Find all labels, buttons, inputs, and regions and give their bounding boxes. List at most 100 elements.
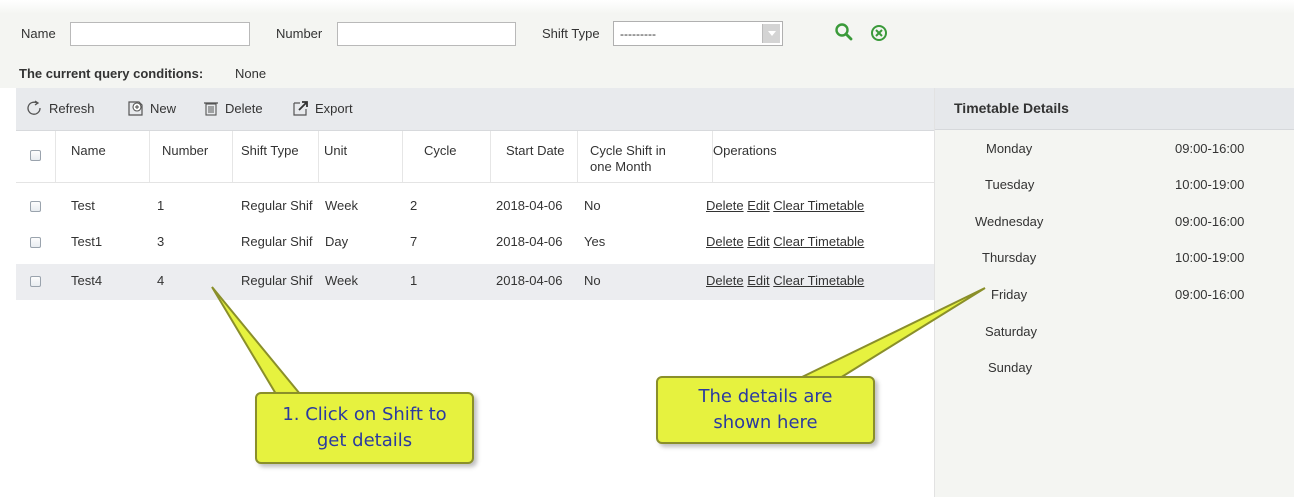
cell-number: 3 — [157, 234, 165, 249]
delete-label: Delete — [225, 100, 263, 116]
header-select-cell — [16, 131, 56, 182]
cell-number: 1 — [157, 198, 165, 213]
cell-start-date: 2018-04-06 — [496, 273, 563, 288]
export-label: Export — [315, 100, 353, 116]
cell-name: Test1 — [71, 234, 103, 249]
day-time: 09:00-16:00 — [1175, 141, 1245, 156]
day-time: 09:00-16:00 — [1175, 287, 1245, 302]
cell-number: 4 — [157, 273, 165, 288]
col-number[interactable]: Number — [150, 131, 233, 182]
cell-name: Test — [71, 198, 95, 213]
timetable-details-header: Timetable Details — [935, 88, 1294, 130]
cell-unit: Week — [325, 273, 358, 288]
left-callout-line2: get details — [316, 430, 413, 451]
day-label: Monday — [986, 141, 1033, 156]
cell-cycle-shift: No — [584, 273, 601, 288]
refresh-icon — [27, 100, 41, 115]
table-row[interactable]: Test 1 Regular Shif Week 2 2018-04-06 No… — [16, 189, 934, 225]
row-checkbox[interactable] — [30, 201, 41, 212]
day-label: Saturday — [985, 324, 1038, 339]
clear-timetable-link[interactable]: Clear Timetable — [773, 273, 864, 288]
table-row[interactable]: Test4 4 Regular Shif Week 1 2018-04-06 N… — [16, 264, 934, 300]
cell-shift-type: Regular Shif — [241, 273, 313, 288]
select-all-checkbox[interactable] — [30, 150, 41, 161]
delete-link[interactable]: Delete — [706, 273, 744, 288]
cell-cycle: 2 — [410, 198, 418, 213]
search-icon[interactable] — [834, 22, 854, 45]
shift-type-value: --------- — [620, 27, 656, 41]
day-label: Wednesday — [975, 214, 1044, 229]
cell-cycle-shift: No — [584, 198, 601, 213]
clear-icon[interactable] — [870, 24, 888, 45]
col-cycle-shift[interactable]: Cycle Shift in one Month — [578, 131, 713, 182]
cell-name: Test4 — [71, 273, 103, 288]
delete-link[interactable]: Delete — [706, 234, 744, 249]
left-callout-line1: 1. Click on Shift to — [282, 404, 447, 425]
toolbar: Refresh New Delete Export — [16, 88, 934, 131]
shift-type-select[interactable]: --------- — [613, 21, 783, 46]
col-start-date[interactable]: Start Date — [491, 131, 578, 182]
clear-timetable-link[interactable]: Clear Timetable — [773, 198, 864, 213]
clear-timetable-link[interactable]: Clear Timetable — [773, 234, 864, 249]
cell-shift-type: Regular Shif — [241, 198, 313, 213]
day-time: 10:00-19:00 — [1175, 250, 1245, 265]
cell-unit: Week — [325, 198, 358, 213]
query-conditions-label: The current query conditions: — [19, 66, 204, 81]
chevron-down-icon[interactable] — [762, 24, 780, 43]
right-callout-line2: shown here — [713, 412, 818, 433]
col-name-label: Name — [71, 143, 106, 158]
new-label: New — [150, 100, 177, 116]
delete-button[interactable]: Delete — [202, 100, 263, 116]
shift-type-label: Shift Type — [542, 26, 600, 41]
edit-link[interactable]: Edit — [747, 198, 769, 213]
right-callout-line1: The details are — [698, 386, 833, 407]
table-header: Name Number Shift Type Unit Cycle Start … — [16, 131, 934, 183]
col-unit-label: Unit — [324, 143, 348, 158]
col-unit[interactable]: Unit — [319, 131, 403, 182]
col-start-date-label: Start Date — [506, 143, 565, 158]
delete-link[interactable]: Delete — [706, 198, 744, 213]
number-input[interactable] — [337, 22, 516, 46]
new-button[interactable]: New — [127, 100, 176, 116]
col-cycle-shift-label-1: Cycle Shift in — [590, 143, 666, 158]
trash-icon — [204, 102, 218, 116]
table-row[interactable]: Test1 3 Regular Shif Day 7 2018-04-06 Ye… — [16, 225, 934, 261]
cell-cycle: 7 — [410, 234, 418, 249]
cell-start-date: 2018-04-06 — [496, 198, 563, 213]
col-shift-type-label: Shift Type — [241, 143, 299, 158]
day-label: Friday — [991, 287, 1028, 302]
row-checkbox[interactable] — [30, 237, 41, 248]
col-operations-label: Operations — [713, 143, 777, 158]
name-input[interactable] — [70, 22, 250, 46]
col-cycle[interactable]: Cycle — [403, 131, 491, 182]
col-number-label: Number — [162, 143, 209, 158]
timetable-details-title: Timetable Details — [954, 100, 1069, 116]
col-operations: Operations — [713, 131, 934, 182]
row-checkbox[interactable] — [30, 276, 41, 287]
day-label: Sunday — [988, 360, 1033, 375]
refresh-label: Refresh — [49, 100, 95, 116]
day-label: Thursday — [982, 250, 1037, 265]
top-fade — [0, 0, 1294, 14]
cell-cycle-shift: Yes — [584, 234, 606, 249]
details-callout: The details are shown here — [656, 376, 875, 444]
edit-link[interactable]: Edit — [747, 234, 769, 249]
timetable-details-panel: Timetable Details Monday 09:00-16:00 Tue… — [935, 88, 1294, 497]
cell-start-date: 2018-04-06 — [496, 234, 563, 249]
cell-shift-type: Regular Shif — [241, 234, 313, 249]
edit-link[interactable]: Edit — [747, 273, 769, 288]
query-conditions-value: None — [235, 66, 267, 81]
cell-unit: Day — [325, 234, 349, 249]
day-time: 10:00-19:00 — [1175, 177, 1245, 192]
new-icon — [128, 101, 143, 116]
export-button[interactable]: Export — [292, 100, 353, 116]
col-shift-type[interactable]: Shift Type — [233, 131, 319, 182]
number-label: Number — [276, 26, 323, 41]
query-conditions: The current query conditions: None — [0, 60, 1294, 88]
day-label: Tuesday — [985, 177, 1035, 192]
cell-cycle: 1 — [410, 273, 418, 288]
col-cycle-shift-label-2: one Month — [590, 159, 652, 174]
refresh-button[interactable]: Refresh — [26, 100, 95, 116]
col-name[interactable]: Name — [56, 131, 150, 182]
export-icon — [293, 101, 308, 116]
